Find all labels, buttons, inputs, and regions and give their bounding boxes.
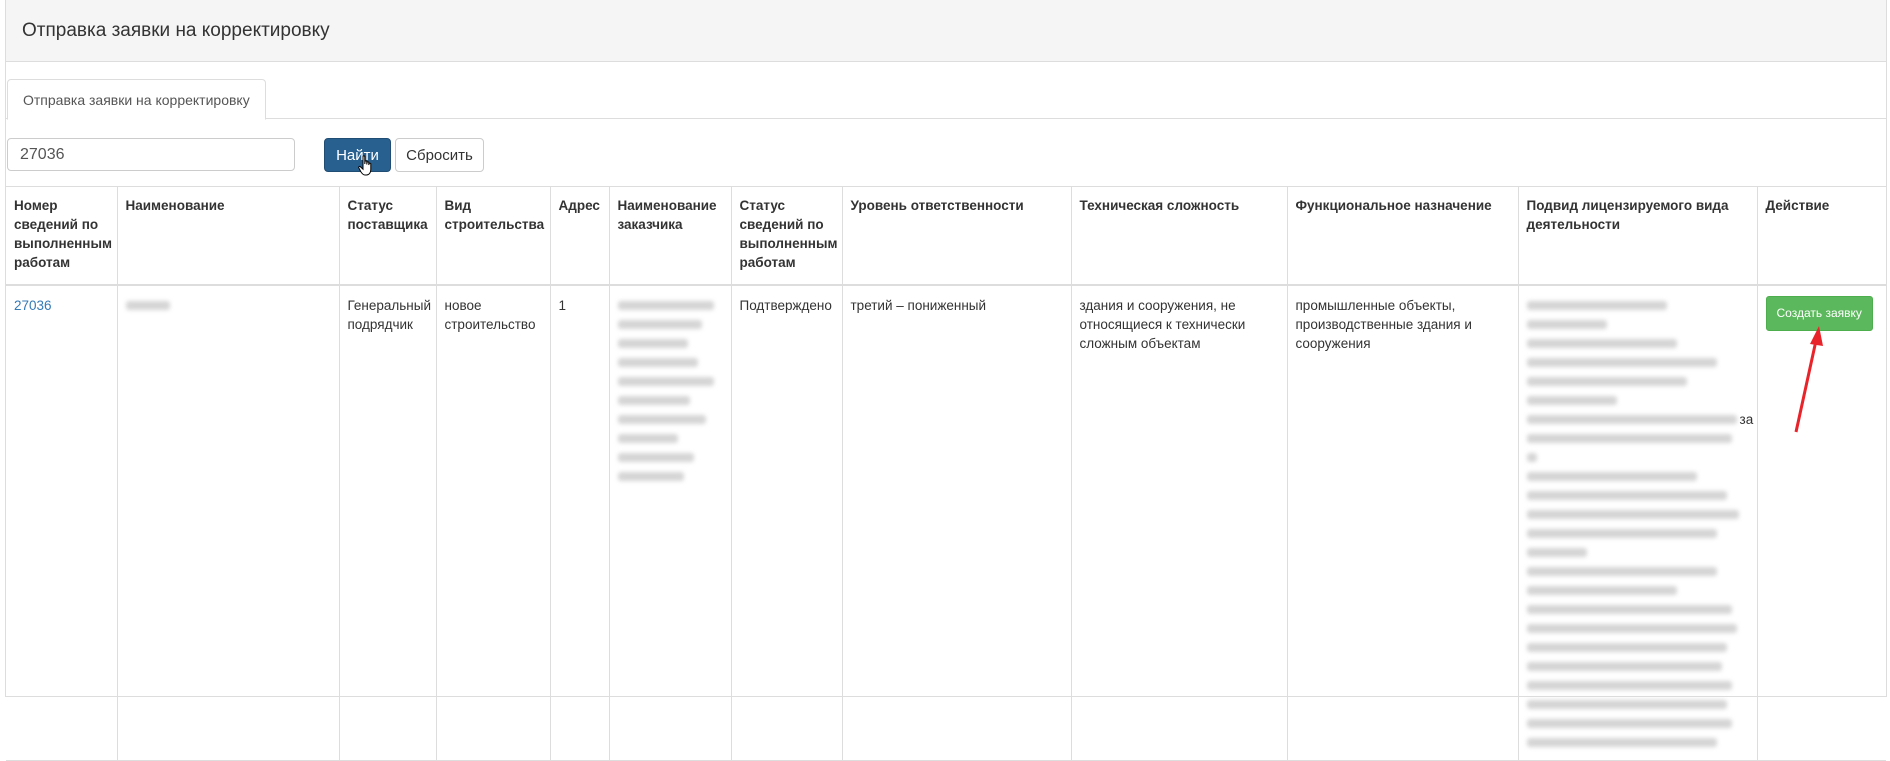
col-header-number: Номер сведений по выполненным работам [6,186,118,285]
cell-functional-purpose: промышленные объекты, производственные з… [1287,285,1519,761]
col-header-address: Адрес [550,186,610,285]
col-header-customer-name: Наименование заказчика [609,186,732,285]
cell-technical-complexity: здания и сооружения, не относящиеся к те… [1071,285,1288,761]
cell-address: 1 [550,285,610,761]
table-header-row: Номер сведений по выполненным работам На… [6,186,1886,285]
hand-cursor-icon [358,155,372,176]
cell-info-status: Подтверждено [731,285,843,761]
cell-construction-type: новое строительство [436,285,551,761]
col-header-info-status: Статус сведений по выполненным работам [731,186,843,285]
correction-request-panel: Отправка заявки на корректировку Отправк… [5,0,1887,761]
col-header-action: Действие [1765,198,1830,213]
redacted-text [1526,296,1749,752]
col-header-technical-complexity: Техническая сложность [1071,186,1288,285]
col-header-supplier-status: Статус поставщика [339,186,437,285]
record-number-link[interactable]: 27036 [14,298,52,313]
cell-name-redacted [117,285,340,761]
results-table: Номер сведений по выполненным работам На… [6,186,1886,761]
cell-activity-subtype-fragment: за [1739,412,1754,427]
tab-correction-request[interactable]: Отправка заявки на корректировку [7,79,266,120]
search-input[interactable] [7,138,295,171]
redacted-text [617,296,723,486]
cell-supplier-status: Генеральный подрядчик [339,285,437,761]
redacted-text [125,301,170,310]
col-header-functional-purpose: Функциональное назначение [1287,186,1519,285]
table-row: 27036 Генеральный подрядчик новое строит… [6,285,1886,761]
tab-bar: Отправка заявки на корректировку [6,79,1886,120]
cell-customer-name-redacted [609,285,732,761]
col-header-activity-subtype: Подвид лицензируемого вида деятельности [1518,186,1758,285]
cell-responsibility-level: третий – пониженный [842,285,1072,761]
red-annotation-arrow-icon [1794,326,1823,433]
panel-title: Отправка заявки на корректировку [6,0,1886,62]
col-header-name: Наименование [117,186,340,285]
col-header-responsibility-level: Уровень ответственности [842,186,1072,285]
col-header-construction-type: Вид строительства [436,186,551,285]
cell-number: 27036 [6,285,118,761]
reset-button[interactable]: Сбросить [395,138,484,172]
cell-activity-subtype: за [1518,285,1758,761]
